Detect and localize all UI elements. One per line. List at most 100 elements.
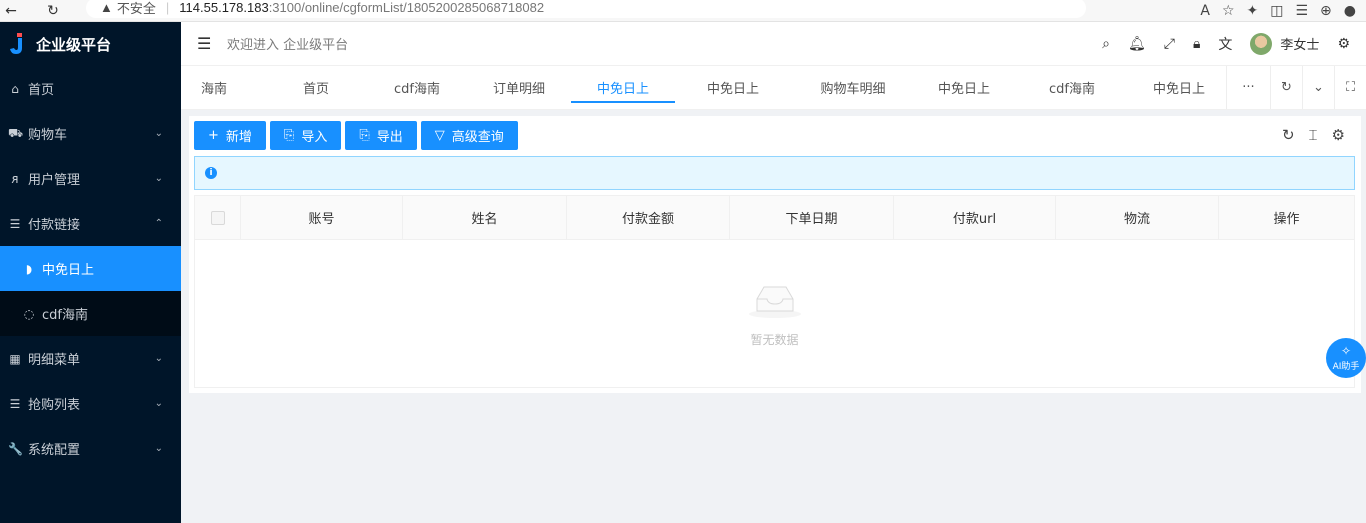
address-divider: | xyxy=(165,0,170,15)
main-content: + 新增 ⎘ 导入 ⎘ 导出 ▽ 高级查询 ↻ ⌶ ⚙ i 账号 姓名 付款金额 下单日… xyxy=(189,116,1361,393)
grid-icon: ▦ xyxy=(9,351,21,366)
fullscreen-icon[interactable]: ⤢ xyxy=(1164,36,1175,52)
tab-label: 首页 xyxy=(302,82,329,97)
sidebar-item-cdf-hainan[interactable]: ◌ cdf海南 xyxy=(0,291,181,336)
lock-icon[interactable]: 🔒︎ xyxy=(1193,36,1200,52)
wrench-icon: 🔧 xyxy=(8,441,23,456)
chevron-down-icon[interactable]: ⌄ xyxy=(1302,66,1334,109)
advanced-query-button[interactable]: ▽ 高级查询 xyxy=(420,120,518,150)
column-header[interactable]: 付款url xyxy=(894,196,1056,239)
table-tool-icons: ↻ ⌶ ⚙ xyxy=(1282,126,1361,144)
welcome-text: 欢迎进入 企业级平台 xyxy=(227,38,349,53)
url-host: 114.55.178.183 xyxy=(179,0,269,15)
select-all-cell xyxy=(195,196,241,239)
column-header[interactable]: 下单日期 xyxy=(730,196,894,239)
list-icon: ☰ xyxy=(9,396,21,411)
table-header: 账号 姓名 付款金额 下单日期 付款url 物流 操作 xyxy=(195,196,1354,240)
bell-icon[interactable]: 🔔︎ xyxy=(1128,36,1146,52)
column-header[interactable]: 物流 xyxy=(1056,196,1219,239)
reload-icon[interactable]: ↻ xyxy=(42,0,64,22)
import-label: 导入 xyxy=(301,129,328,145)
sidebar-item-detail-menu[interactable]: ▦ 明细菜单 ⌄ xyxy=(0,336,181,381)
tag-icon: ◗ xyxy=(25,261,33,276)
sidebar-item-cart[interactable]: ⛟ 购物车 ⌄ xyxy=(0,111,181,156)
chevron-down-icon: ⌄ xyxy=(154,398,163,409)
column-header[interactable]: 付款金额 xyxy=(567,196,730,239)
sidebar-item-label: 抢购列表 xyxy=(28,398,81,413)
extensions-icon[interactable]: ✦ xyxy=(1247,3,1259,19)
column-header[interactable]: 姓名 xyxy=(403,196,567,239)
refresh-icon[interactable]: ↻ xyxy=(1282,126,1295,144)
browser-actions: A ☆ ✦ ◫ ☰ ⊕ ● xyxy=(1200,3,1366,19)
chevron-up-icon: ⌃ xyxy=(154,218,163,229)
brand[interactable]: 企业级平台 xyxy=(0,22,181,66)
refresh-icon[interactable]: ↻ xyxy=(1270,66,1302,109)
collections-icon[interactable]: ⊕ xyxy=(1320,3,1332,19)
avatar[interactable] xyxy=(1250,32,1273,55)
tag-icon: ◌ xyxy=(23,306,35,321)
back-icon[interactable]: ← xyxy=(0,0,22,22)
tab-zhongmian-active[interactable]: 中免日上 xyxy=(571,66,675,109)
tab-cdf-hainan[interactable]: cdf海南 xyxy=(367,66,467,109)
tabs-list: 海南 首页 cdf海南 订单明细 中免日上 中免日上 购物车明细 中免日上 cd… xyxy=(181,66,1226,109)
sidebar-item-label: 付款链接 xyxy=(28,218,81,233)
tab-cdf-hainan[interactable]: cdf海南 xyxy=(1013,66,1131,109)
tab-label: 中免日上 xyxy=(1152,82,1205,97)
sidebar-item-zhongmian[interactable]: ◗ 中免日上 xyxy=(0,246,181,291)
info-icon: i xyxy=(205,167,217,179)
import-button[interactable]: ⎘ 导入 xyxy=(269,120,342,150)
chevron-down-icon: ⌄ xyxy=(154,173,163,184)
sidebar-item-user-management[interactable]: ᴙ 用户管理 ⌄ xyxy=(0,156,181,201)
column-header[interactable]: 账号 xyxy=(241,196,403,239)
tab-order-detail[interactable]: 订单明细 xyxy=(467,66,571,109)
cart-icon: ⛟ xyxy=(8,125,24,140)
tab-cart-detail[interactable]: 购物车明细 xyxy=(791,66,915,109)
menu-fold-icon[interactable]: ☰ xyxy=(197,34,213,53)
tab-zhongmian[interactable]: 中免日上 xyxy=(1131,66,1226,109)
profile-icon[interactable]: ● xyxy=(1344,3,1356,19)
tab-zhongmian[interactable]: 中免日上 xyxy=(915,66,1013,109)
translate-icon[interactable]: 文 xyxy=(1218,34,1232,54)
chevron-down-icon: ⌄ xyxy=(154,128,163,139)
favorites-list-icon[interactable]: ☰ xyxy=(1295,3,1308,19)
table-toolbar: + 新增 ⎘ 导入 ⎘ 导出 ▽ 高级查询 ↻ ⌶ ⚙ xyxy=(189,116,1361,154)
select-all-checkbox[interactable] xyxy=(210,210,225,225)
browser-toolbar: ← ↻ ▲ 不安全 | 114.55.178.183 :3100/online/… xyxy=(0,0,1366,22)
sidebar-item-system-config[interactable]: 🔧 系统配置 ⌄ xyxy=(0,426,181,471)
more-tabs-button[interactable]: ··· xyxy=(1226,66,1270,109)
settings-icon[interactable]: ⚙ xyxy=(1332,126,1345,144)
info-alert: i xyxy=(194,156,1355,190)
tab-home[interactable]: 首页 xyxy=(235,66,367,109)
sidebar-item-rush-list[interactable]: ☰ 抢购列表 ⌄ xyxy=(0,381,181,426)
chevron-down-icon: ⌄ xyxy=(154,443,163,454)
sidebar-item-label: 首页 xyxy=(28,83,55,98)
tab-zhongmian[interactable]: 中免日上 xyxy=(675,66,791,109)
top-header: ☰ 欢迎进入 企业级平台 ⌕ 🔔︎ ⤢ 🔒︎ 文 李女士 ⚙ xyxy=(181,22,1366,66)
export-button[interactable]: ⎘ 导出 xyxy=(345,120,417,150)
magic-wand-icon: ✧ xyxy=(1340,343,1352,358)
favorite-icon[interactable]: ☆ xyxy=(1222,3,1235,19)
header-actions: ⌕ 🔔︎ ⤢ 🔒︎ 文 李女士 ⚙ xyxy=(1102,32,1366,55)
add-button[interactable]: + 新增 xyxy=(194,120,266,150)
fullscreen-icon[interactable]: ⛶ xyxy=(1334,66,1366,109)
payment-links-submenu: ◗ 中免日上 ◌ cdf海南 xyxy=(0,246,181,336)
tab-bar: 海南 首页 cdf海南 订单明细 中免日上 中免日上 购物车明细 中免日上 cd… xyxy=(181,66,1366,110)
home-icon: ⌂ xyxy=(11,81,19,96)
search-icon[interactable]: ⌕ xyxy=(1102,36,1110,52)
tab-label: cdf海南 xyxy=(394,82,440,97)
warning-icon: ▲ xyxy=(100,0,113,15)
settings-icon[interactable]: ⚙ xyxy=(1337,36,1350,52)
sidebar-item-home[interactable]: ⌂ 首页 xyxy=(0,66,181,111)
sidebar-item-label: 系统配置 xyxy=(28,443,81,458)
column-height-icon[interactable]: ⌶ xyxy=(1309,126,1318,144)
chevron-down-icon: ⌄ xyxy=(154,353,163,364)
export-label: 导出 xyxy=(376,129,403,145)
username[interactable]: 李女士 xyxy=(1280,34,1319,53)
ai-assistant-button[interactable]: ✧ AI助手 xyxy=(1326,338,1366,378)
address-bar[interactable]: ▲ 不安全 | 114.55.178.183 :3100/online/cgfo… xyxy=(86,0,1086,18)
column-header[interactable]: 操作 xyxy=(1219,196,1354,239)
sidebar-item-payment-links[interactable]: ☰ 付款链接 ⌃ xyxy=(0,201,181,246)
split-screen-icon[interactable]: ◫ xyxy=(1270,3,1283,19)
read-aloud-icon[interactable]: A xyxy=(1200,3,1210,19)
tab-hainan[interactable]: 海南 xyxy=(181,66,235,109)
